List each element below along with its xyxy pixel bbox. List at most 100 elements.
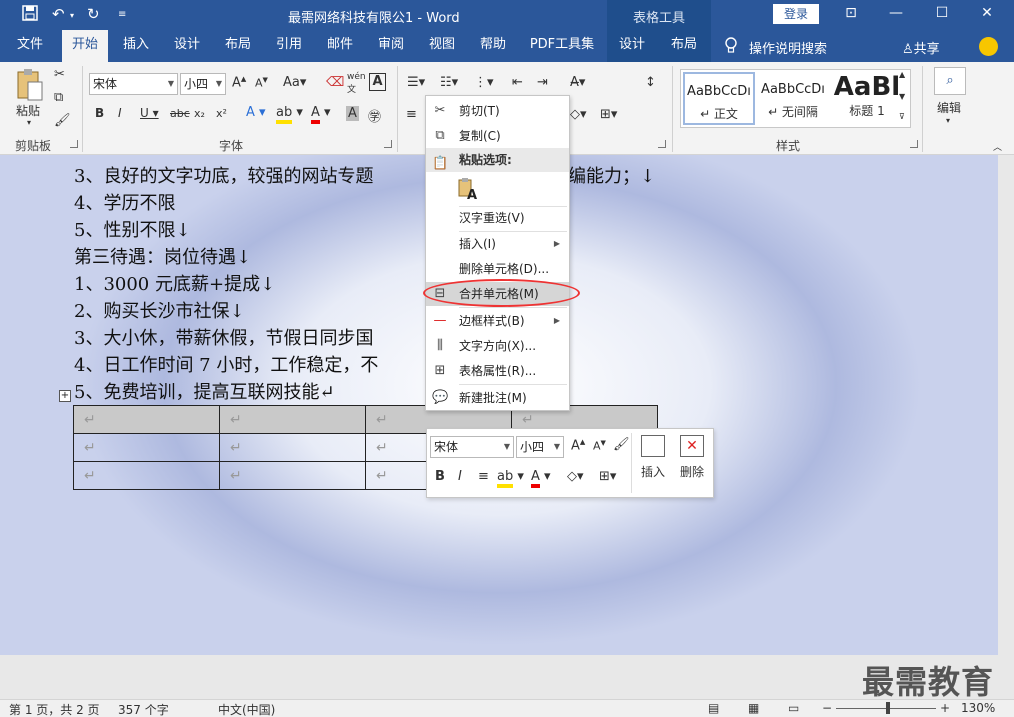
undo-dropdown-icon[interactable]: ▾	[70, 11, 74, 20]
vertical-scrollbar[interactable]	[998, 155, 1014, 655]
styles-scroll-down-icon[interactable]: ▼	[899, 92, 905, 101]
menu-item-reconvert[interactable]: 汉字重选(V)	[426, 206, 569, 230]
highlight-color-icon[interactable]: ab ▾	[276, 105, 303, 124]
undo-icon[interactable]: ↶	[52, 5, 65, 23]
zoom-in-icon[interactable]: +	[940, 701, 950, 715]
tab-table-layout[interactable]: 布局	[657, 30, 711, 62]
table-cell[interactable]: ↵	[219, 461, 366, 490]
maximize-icon[interactable]: ☐	[927, 5, 957, 21]
shading-icon[interactable]: ◇▾	[567, 469, 584, 484]
bold-icon[interactable]: B	[435, 469, 445, 484]
menu-item-cut[interactable]: ✂ 剪切(T)	[426, 99, 569, 123]
cut-icon[interactable]: ✂	[54, 67, 65, 82]
table-cell[interactable]: ↵	[73, 433, 220, 462]
change-case-icon[interactable]: Aa▾	[283, 75, 306, 90]
underline-icon[interactable]: U ▾	[140, 106, 159, 120]
tab-pdf-tools[interactable]: PDF工具集	[526, 30, 598, 62]
table-cell[interactable]: ↵	[73, 461, 220, 490]
web-layout-icon[interactable]: ▭	[788, 701, 799, 715]
search-icon[interactable]: ⌕	[934, 67, 966, 95]
share-button[interactable]: ♙共享	[902, 38, 940, 57]
text-effects-icon[interactable]: A ▾	[246, 105, 266, 120]
asian-layout-icon[interactable]: A̶▾	[570, 75, 585, 90]
language-indicator[interactable]: 中文(中国)	[218, 701, 275, 717]
tab-view[interactable]: 视图	[419, 30, 465, 62]
tab-review[interactable]: 审阅	[368, 30, 414, 62]
table-move-handle-icon[interactable]: +	[59, 390, 71, 402]
redo-icon[interactable]: ↻	[87, 5, 100, 23]
superscript-icon[interactable]: x²	[216, 107, 227, 120]
minimize-icon[interactable]: —	[881, 5, 911, 21]
bold-icon[interactable]: B	[95, 106, 104, 120]
phonetic-guide-icon[interactable]: wén 文	[347, 72, 366, 95]
clear-formatting-icon[interactable]: ⌫	[326, 75, 344, 90]
table-cell[interactable]: ↵	[73, 405, 220, 434]
clipboard-dialog-launcher[interactable]	[70, 140, 78, 148]
insert-rows-button[interactable]: 插入	[635, 435, 671, 491]
editing-dropdown-icon[interactable]: ▾	[946, 116, 950, 125]
ribbon-display-icon[interactable]: ⊡	[836, 5, 866, 21]
grow-font-icon[interactable]: A▲	[571, 438, 585, 453]
bullets-icon[interactable]: ☰▾	[407, 75, 425, 90]
highlight-color-icon[interactable]: ab ▾	[497, 469, 524, 488]
print-layout-icon[interactable]: ▦	[748, 701, 759, 715]
close-icon[interactable]: ✕	[972, 5, 1002, 21]
shrink-font-icon[interactable]: A▼	[255, 76, 268, 90]
strikethrough-icon[interactable]: abc	[170, 107, 190, 120]
styles-more-icon[interactable]: ⊽	[899, 112, 905, 121]
font-size-combo[interactable]: 小四 ▼	[180, 73, 226, 95]
tab-home[interactable]: 开始	[62, 30, 108, 62]
paragraph-dialog-launcher[interactable]	[658, 140, 666, 148]
menu-item-insert[interactable]: 插入(I) ▶	[426, 232, 569, 256]
customize-qa-icon[interactable]: ≡	[118, 9, 126, 20]
smiley-feedback-icon[interactable]	[979, 37, 998, 56]
style-normal[interactable]: AaBbCcDı ↵ 正文	[683, 72, 755, 125]
table-cell[interactable]: ↵	[219, 405, 366, 434]
shading-icon[interactable]: ◇▾	[570, 107, 587, 122]
mini-font-size-combo[interactable]: 小四 ▼	[516, 436, 564, 458]
tab-design[interactable]: 设计	[164, 30, 210, 62]
numbering-icon[interactable]: ☷▾	[440, 75, 458, 90]
enclose-characters-icon[interactable]: ㊫	[368, 106, 381, 125]
tell-me-search[interactable]: 操作说明搜索	[749, 38, 827, 57]
menu-item-delete-cells[interactable]: 删除单元格(D)...	[426, 257, 569, 281]
borders-icon[interactable]: ⊞▾	[600, 107, 617, 122]
tab-layout[interactable]: 布局	[215, 30, 261, 62]
subscript-icon[interactable]: x₂	[194, 107, 205, 120]
paste-keep-text-only[interactable]: A	[426, 174, 569, 204]
align-left-icon[interactable]: ≡	[406, 107, 417, 122]
zoom-slider-thumb[interactable]	[886, 702, 890, 714]
styles-scroll-up-icon[interactable]: ▲	[899, 70, 905, 79]
styles-dialog-launcher[interactable]	[910, 140, 918, 148]
font-color-icon[interactable]: A ▾	[311, 105, 331, 124]
style-heading-1[interactable]: AaBl 标题 1	[831, 72, 903, 125]
login-button[interactable]: 登录	[773, 4, 819, 24]
save-icon[interactable]	[22, 5, 38, 25]
tab-help[interactable]: 帮助	[470, 30, 516, 62]
menu-item-text-direction[interactable]: ⫼ 文字方向(X)...	[426, 334, 569, 358]
collapse-ribbon-icon[interactable]: ︿	[993, 140, 1002, 153]
paste-dropdown-icon[interactable]: ▾	[27, 118, 31, 127]
editing-button-label[interactable]: 编辑	[937, 99, 961, 116]
format-painter-icon[interactable]: 🖌	[613, 437, 630, 452]
multilevel-list-icon[interactable]: ⋮▾	[474, 75, 494, 90]
delete-rows-button[interactable]: ✕ 删除	[674, 435, 710, 491]
copy-icon[interactable]: ⧉	[54, 90, 63, 105]
font-dialog-launcher[interactable]	[384, 140, 392, 148]
style-no-spacing[interactable]: AaBbCcDı ↵ 无间隔	[757, 72, 829, 125]
tab-table-design[interactable]: 设计	[607, 30, 657, 62]
character-shading-icon[interactable]: A	[346, 106, 359, 121]
page-indicator[interactable]: 第 1 页，共 2 页	[9, 701, 100, 717]
font-name-combo[interactable]: 宋体 ▼	[89, 73, 178, 95]
borders-icon[interactable]: ⊞▾	[599, 469, 616, 484]
sort-icon[interactable]: ↕	[645, 75, 656, 90]
tab-file[interactable]: 文件	[6, 30, 54, 62]
menu-item-border-styles[interactable]: — 边框样式(B) ▶	[426, 309, 569, 333]
shrink-font-icon[interactable]: A▼	[593, 439, 606, 453]
italic-icon[interactable]: I	[118, 106, 122, 120]
lightbulb-icon[interactable]	[724, 37, 738, 55]
menu-item-copy[interactable]: ⧉ 复制(C)	[426, 124, 569, 148]
mini-font-name-combo[interactable]: 宋体 ▼	[430, 436, 514, 458]
paste-button-label[interactable]: 粘贴	[16, 102, 40, 119]
menu-item-new-comment[interactable]: 💬 新建批注(M)	[426, 386, 569, 410]
